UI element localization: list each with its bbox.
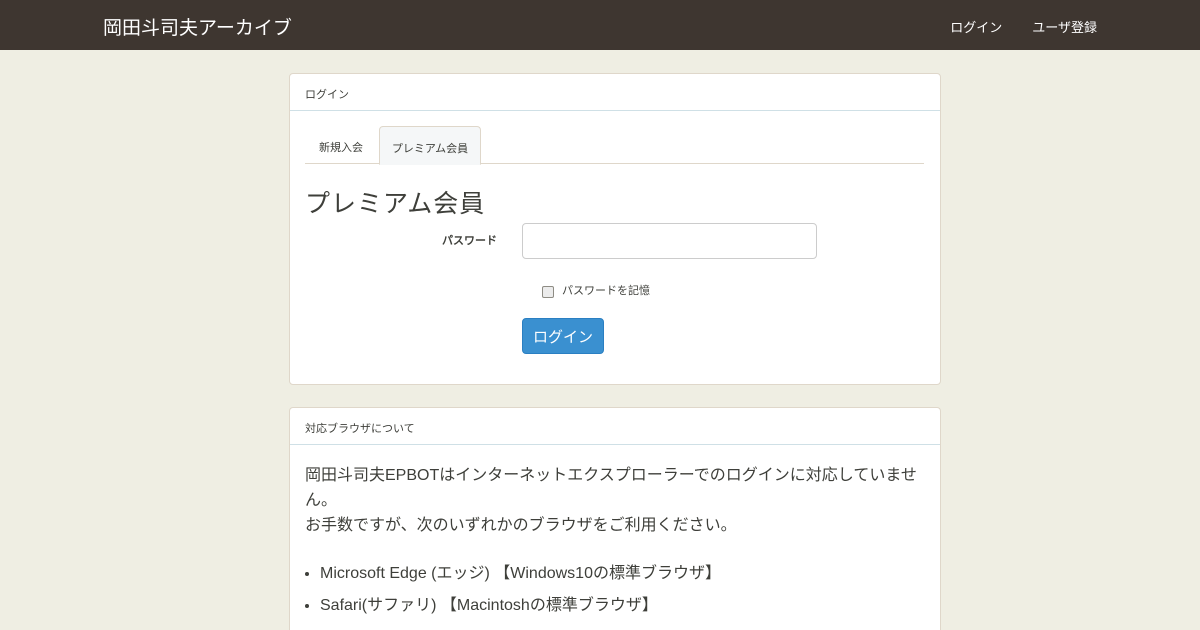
browser-list: Microsoft Edge (エッジ) 【Windows10の標準ブラウザ】 … [305,558,925,622]
nav-login-link[interactable]: ログイン [950,17,1002,36]
login-panel: ログイン 新規入会 プレミアム会員 プレミアム会員 パスワード パスワードを記憶… [289,73,941,385]
site-brand-link[interactable]: 岡田斗司夫アーカイブ [103,13,292,40]
list-item: Microsoft Edge (エッジ) 【Windows10の標準ブラウザ】 [320,558,925,590]
browser-panel-heading: 対応ブラウザについて [290,408,940,445]
login-panel-heading: ログイン [290,74,940,111]
browser-notice-line1: 岡田斗司夫EPBOTはインターネットエクスプローラーでのログインに対応していませ… [305,467,917,509]
navbar-links: ログイン ユーザ登録 [950,17,1097,36]
nav-register-link[interactable]: ユーザ登録 [1032,17,1097,36]
form-title: プレミアム会員 [305,190,486,218]
password-label: パスワード [442,235,497,247]
list-item: Safari(サファリ) 【Macintoshの標準ブラウザ】 [320,590,925,622]
browser-support-panel: 対応ブラウザについて 岡田斗司夫EPBOTはインターネットエクスプローラーでのロ… [289,407,941,630]
remember-password-checkbox[interactable] [542,285,554,298]
browser-panel-body: 岡田斗司夫EPBOTはインターネットエクスプローラーでのログインに対応していませ… [290,445,940,622]
login-tabs: 新規入会 プレミアム会員 [305,126,924,165]
browser-notice-line2: お手数ですが、次のいずれかのブラウザをご利用ください。 [305,517,737,534]
login-submit-button[interactable]: ログイン [522,318,604,354]
remember-password-label: パスワードを記憶 [562,285,650,297]
top-navbar: 岡田斗司夫アーカイブ ログイン ユーザ登録 [0,0,1200,50]
tab-premium-member[interactable]: プレミアム会員 [379,126,481,165]
remember-password-row[interactable]: パスワードを記憶 [542,282,650,298]
tab-new-member[interactable]: 新規入会 [305,126,377,164]
password-input[interactable] [522,223,817,259]
